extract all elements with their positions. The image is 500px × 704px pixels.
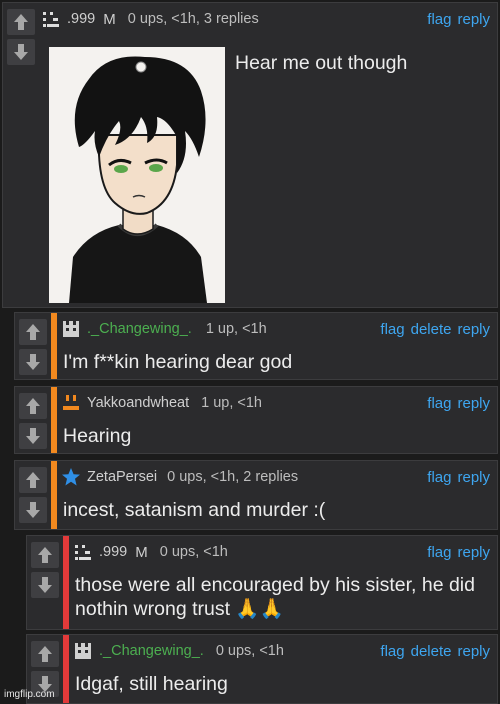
flag-link[interactable]: flag: [427, 469, 451, 486]
comment-text-line-1: those were all encouraged by his sister,…: [75, 574, 475, 596]
comment-meta: 0 ups, <1h, 2 replies: [167, 469, 299, 485]
comment-1: .999 M 0 ups, <1h, 3 replies flag reply: [2, 2, 498, 308]
comment-text: Hearing: [63, 425, 132, 447]
upvote-arrow-icon: [14, 14, 28, 30]
thread-depth-bar: [63, 635, 69, 703]
flag-link[interactable]: flag: [427, 11, 451, 28]
thread-depth-bar: [63, 536, 69, 629]
vote-controls: [19, 319, 47, 379]
comment-5: .999 M 0 ups, <1h flag reply those were …: [26, 535, 498, 630]
comment-3: Yakkoandwheat 1 up, <1h flag reply Heari…: [14, 386, 498, 454]
reply-link[interactable]: reply: [457, 11, 490, 28]
comment-4: ZetaPersei 0 ups, <1h, 2 replies flag re…: [14, 460, 498, 530]
comment-2: ._Changewing_. 1 up, <1h flag delete rep…: [14, 312, 498, 380]
username[interactable]: .999: [99, 544, 127, 560]
username[interactable]: ._Changewing_.: [87, 321, 192, 337]
comment-meta: 1 up, <1h: [205, 321, 267, 337]
anime-character-image: [49, 47, 225, 303]
comment-header: ._Changewing_. 1 up, <1h: [61, 319, 267, 339]
thread-depth-bar: [51, 313, 57, 379]
upvote-arrow-icon: [26, 324, 40, 340]
attached-image[interactable]: [49, 47, 225, 303]
flag-link[interactable]: flag: [427, 395, 451, 412]
pixel-avatar-icon[interactable]: [73, 641, 93, 661]
comment-6: ._Changewing_. 0 ups, <1h flag delete re…: [26, 634, 498, 704]
upvote-arrow-icon: [26, 398, 40, 414]
downvote-arrow-icon: [38, 577, 52, 593]
vote-controls: [19, 393, 47, 453]
comment-text-line-2: nothin wrong trust 🙏🙏: [75, 598, 284, 620]
mod-badge: M: [135, 543, 148, 561]
pixel-avatar-icon[interactable]: [41, 9, 61, 29]
downvote-arrow-icon: [26, 502, 40, 518]
thread-depth-bar: [51, 461, 57, 529]
pixel-avatar-icon[interactable]: [73, 542, 93, 562]
pixel-avatar-icon[interactable]: [61, 319, 81, 339]
comment-text: I'm f**kin hearing dear god: [63, 351, 293, 373]
comment-actions: flag reply: [421, 467, 490, 487]
comment-header: ._Changewing_. 0 ups, <1h: [73, 641, 284, 661]
comment-meta: 0 ups, <1h, 3 replies: [127, 11, 259, 27]
flag-link[interactable]: flag: [427, 544, 451, 561]
username[interactable]: ._Changewing_.: [99, 643, 204, 659]
vote-controls: [7, 9, 35, 69]
upvote-button[interactable]: [31, 542, 59, 568]
downvote-button[interactable]: [7, 39, 35, 65]
upvote-button[interactable]: [31, 641, 59, 667]
imgflip-watermark: imgflip.com: [4, 689, 55, 700]
vote-controls: [31, 542, 59, 602]
comment-header: ZetaPersei 0 ups, <1h, 2 replies: [61, 467, 298, 487]
comment-meta: 0 ups, <1h: [159, 544, 228, 560]
comment-actions: flag reply: [421, 542, 490, 562]
comment-actions: flag reply: [421, 9, 490, 29]
upvote-button[interactable]: [19, 319, 47, 345]
comment-text: incest, satanism and murder :(: [63, 499, 326, 521]
upvote-button[interactable]: [7, 9, 35, 35]
pixel-avatar-icon[interactable]: [61, 393, 81, 413]
comment-meta: 1 up, <1h: [201, 395, 262, 411]
comment-text: Idgaf, still hearing: [75, 673, 228, 695]
comment-actions: flag delete reply: [374, 641, 490, 661]
upvote-arrow-icon: [38, 547, 52, 563]
comment-actions: flag delete reply: [374, 319, 490, 339]
comment-header: Yakkoandwheat 1 up, <1h: [61, 393, 262, 413]
delete-link[interactable]: delete: [411, 321, 452, 338]
username[interactable]: .999: [67, 11, 95, 27]
downvote-arrow-icon: [26, 428, 40, 444]
downvote-arrow-icon: [26, 354, 40, 370]
thread-depth-bar: [51, 387, 57, 453]
flag-link[interactable]: flag: [380, 643, 404, 660]
flag-link[interactable]: flag: [380, 321, 404, 338]
upvote-button[interactable]: [19, 393, 47, 419]
comment-text: Hear me out though: [235, 52, 408, 74]
comment-meta: 0 ups, <1h: [215, 643, 284, 659]
comment-actions: flag reply: [421, 393, 490, 413]
reply-link[interactable]: reply: [457, 544, 490, 561]
downvote-button[interactable]: [19, 423, 47, 449]
comment-header: .999 M 0 ups, <1h: [73, 542, 228, 562]
upvote-arrow-icon: [38, 646, 52, 662]
downvote-button[interactable]: [19, 349, 47, 375]
reply-link[interactable]: reply: [457, 395, 490, 412]
upvote-arrow-icon: [26, 472, 40, 488]
downvote-button[interactable]: [31, 572, 59, 598]
vote-controls: [19, 467, 47, 527]
delete-link[interactable]: delete: [411, 643, 452, 660]
username[interactable]: ZetaPersei: [87, 469, 157, 485]
downvote-arrow-icon: [14, 44, 28, 60]
star-icon[interactable]: [61, 467, 81, 487]
username[interactable]: Yakkoandwheat: [87, 395, 189, 411]
reply-link[interactable]: reply: [457, 643, 490, 660]
reply-link[interactable]: reply: [457, 469, 490, 486]
mod-badge: M: [103, 10, 116, 28]
reply-link[interactable]: reply: [457, 321, 490, 338]
upvote-button[interactable]: [19, 467, 47, 493]
comment-header: .999 M 0 ups, <1h, 3 replies: [41, 9, 259, 29]
downvote-button[interactable]: [19, 497, 47, 523]
